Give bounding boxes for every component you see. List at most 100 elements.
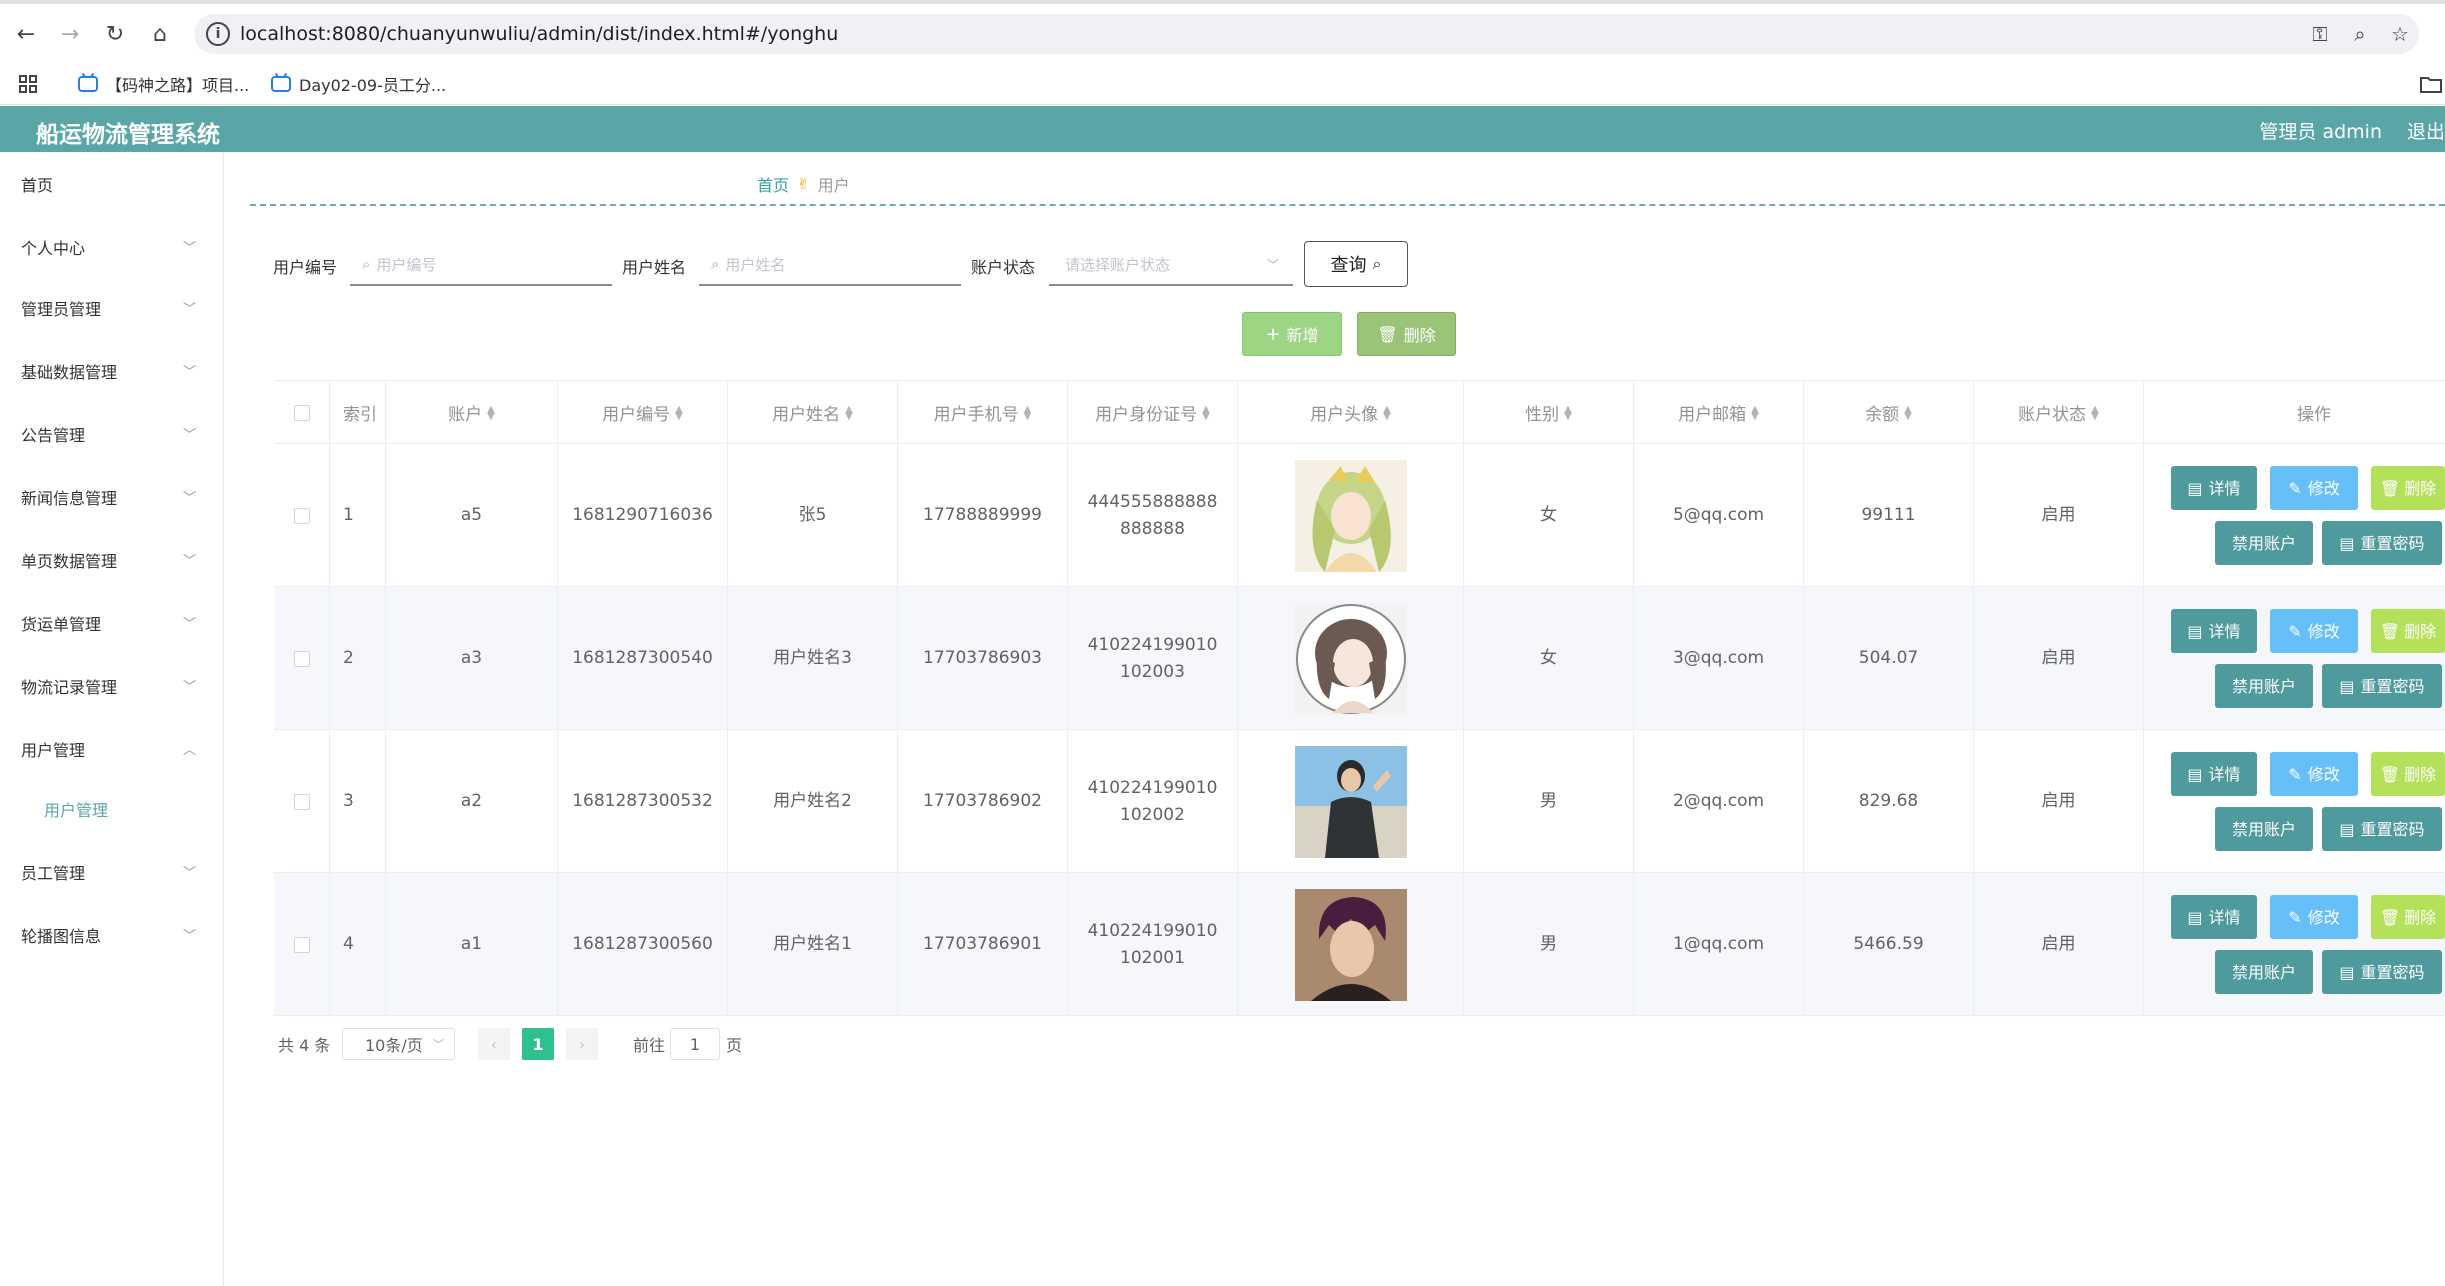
forward-icon[interactable]: → xyxy=(52,16,88,52)
table-row: 4 a1 1681287300560 用户姓名1 17703786901 410… xyxy=(274,873,2445,1016)
sidebar-item-carousel[interactable]: 轮播图信息 ﹀ xyxy=(0,903,222,966)
status-label: 账户状态 xyxy=(971,258,1036,277)
sort-icon[interactable]: ▲ ▼ xyxy=(1904,404,1912,421)
delete-button[interactable]: 🗑 删除 xyxy=(2371,895,2445,939)
column-header[interactable]: 用户邮箱 ▲ ▼ xyxy=(1634,381,1804,444)
bookmark-item[interactable]: Day02-09-员工分... xyxy=(271,70,446,98)
detail-button[interactable]: ▤ 详情 xyxy=(2171,466,2257,510)
column-header[interactable]: 用户姓名 ▲ ▼ xyxy=(728,381,898,444)
sort-icon[interactable]: ▲ ▼ xyxy=(1202,404,1210,421)
query-button[interactable]: 查询 ⌕ xyxy=(1304,241,1408,287)
breadcrumb-home[interactable]: 首页 xyxy=(757,172,789,196)
sort-icon[interactable]: ▲ ▼ xyxy=(1024,404,1032,421)
disable-account-button[interactable]: 禁用账户 xyxy=(2215,807,2313,851)
page-size-select[interactable]: 10条/页 ﹀ xyxy=(342,1028,455,1060)
back-icon[interactable]: ← xyxy=(8,16,44,52)
sort-icon[interactable]: ▲ ▼ xyxy=(1564,404,1572,421)
detail-button[interactable]: ▤ 详情 xyxy=(2171,609,2257,653)
sort-icon[interactable]: ▲ ▼ xyxy=(675,404,683,421)
prev-page-button[interactable]: ‹ xyxy=(478,1028,510,1060)
cell-user-no: 1681287300532 xyxy=(558,730,728,873)
reset-password-button[interactable]: ▤ 重置密码 xyxy=(2322,664,2442,708)
edit-button[interactable]: ✎ 修改 xyxy=(2270,895,2358,939)
next-page-button[interactable]: › xyxy=(566,1028,598,1060)
sort-icon[interactable]: ▲ ▼ xyxy=(845,404,853,421)
site-info-icon[interactable]: i xyxy=(206,22,230,46)
column-header[interactable]: 余额 ▲ ▼ xyxy=(1804,381,1974,444)
avatar[interactable] xyxy=(1294,888,1407,1001)
sidebar-item-news[interactable]: 新闻信息管理 ﹀ xyxy=(0,465,222,528)
bookmark-item[interactable]: 【码神之路】项目... xyxy=(78,70,249,98)
reset-password-button[interactable]: ▤ 重置密码 xyxy=(2322,521,2442,565)
row-checkbox[interactable] xyxy=(274,873,330,1016)
add-button[interactable]: + 新增 xyxy=(1242,312,1342,356)
star-icon[interactable]: ☆ xyxy=(2387,21,2413,47)
sidebar-item-notice[interactable]: 公告管理 ﹀ xyxy=(0,402,222,465)
chevron-down-icon: ﹀ xyxy=(182,680,196,695)
address-bar[interactable]: i localhost:8080/chuanyunwuliu/admin/dis… xyxy=(194,14,2419,54)
reset-password-button[interactable]: ▤ 重置密码 xyxy=(2322,950,2442,994)
sidebar-item-admin-manage[interactable]: 管理员管理 ﹀ xyxy=(0,276,222,339)
row-checkbox[interactable] xyxy=(274,587,330,730)
column-header[interactable]: 用户身份证号 ▲ ▼ xyxy=(1068,381,1238,444)
disable-account-button[interactable]: 禁用账户 xyxy=(2215,950,2313,994)
batch-delete-button[interactable]: 🗑 删除 xyxy=(1357,312,1456,356)
row-checkbox[interactable] xyxy=(274,444,330,587)
column-header[interactable]: 性别 ▲ ▼ xyxy=(1464,381,1634,444)
avatar[interactable] xyxy=(1294,745,1407,858)
sort-icon[interactable]: ▲ ▼ xyxy=(487,404,495,421)
column-header[interactable]: 用户手机号 ▲ ▼ xyxy=(898,381,1068,444)
current-page[interactable]: 1 xyxy=(522,1028,554,1060)
column-header[interactable]: 账户状态 ▲ ▼ xyxy=(1974,381,2144,444)
edit-button[interactable]: ✎ 修改 xyxy=(2270,609,2358,653)
sidebar-item-users[interactable]: 用户管理 ︿ xyxy=(0,717,222,780)
reset-password-button[interactable]: ▤ 重置密码 xyxy=(2322,807,2442,851)
disable-account-button[interactable]: 禁用账户 xyxy=(2215,664,2313,708)
key-icon[interactable]: ⚿ xyxy=(2307,21,2333,47)
sort-icon[interactable]: ▲ ▼ xyxy=(2091,404,2099,421)
sidebar-item-basic-data[interactable]: 基础数据管理 ﹀ xyxy=(0,339,222,402)
select-all-checkbox[interactable] xyxy=(274,381,330,444)
cell-name: 用户姓名2 xyxy=(728,730,898,873)
cell-account: a2 xyxy=(386,730,558,873)
url-text[interactable]: localhost:8080/chuanyunwuliu/admin/dist/… xyxy=(240,23,838,45)
sidebar-item-staff[interactable]: 员工管理 ﹀ xyxy=(0,840,222,903)
sidebar-subitem-user-manage[interactable]: 用户管理 xyxy=(0,784,222,834)
zoom-icon[interactable]: ⌕ xyxy=(2347,21,2373,47)
user-name-input[interactable]: ⌕ 用户姓名 xyxy=(699,244,961,286)
home-icon[interactable]: ⌂ xyxy=(142,16,178,52)
sidebar-item-personal-center[interactable]: 个人中心 ﹀ xyxy=(0,215,222,278)
column-header[interactable]: 用户头像 ▲ ▼ xyxy=(1238,381,1464,444)
detail-button[interactable]: ▤ 详情 xyxy=(2171,752,2257,796)
status-select[interactable]: 请选择账户状态 ﹀ xyxy=(1049,244,1293,286)
sidebar-item-freight[interactable]: 货运单管理 ﹀ xyxy=(0,591,222,654)
sort-icon[interactable]: ▲ ▼ xyxy=(1383,404,1391,421)
goto-page-input[interactable]: 1 xyxy=(670,1028,720,1060)
avatar[interactable] xyxy=(1294,459,1407,572)
apps-grid-icon[interactable] xyxy=(18,70,38,98)
query-label: 查询 xyxy=(1330,255,1367,276)
delete-button[interactable]: 🗑 删除 xyxy=(2371,466,2445,510)
edit-button[interactable]: ✎ 修改 xyxy=(2270,466,2358,510)
delete-button[interactable]: 🗑 删除 xyxy=(2371,752,2445,796)
document-icon: ▤ xyxy=(2339,819,2355,839)
user-no-input[interactable]: ⌕ 用户编号 xyxy=(350,244,612,286)
sidebar-item-single-page[interactable]: 单页数据管理 ﹀ xyxy=(0,528,222,591)
column-header[interactable]: 账户 ▲ ▼ xyxy=(386,381,558,444)
disable-account-button[interactable]: 禁用账户 xyxy=(2215,521,2313,565)
sidebar-item-home[interactable]: 首页 xyxy=(0,152,222,215)
sort-icon[interactable]: ▲ ▼ xyxy=(1751,404,1759,421)
chevron-down-icon: ﹀ xyxy=(182,617,196,632)
edit-button[interactable]: ✎ 修改 xyxy=(2270,752,2358,796)
row-checkbox[interactable] xyxy=(274,730,330,873)
sidebar-item-logistics[interactable]: 物流记录管理 ﹀ xyxy=(0,654,222,717)
folder-icon[interactable] xyxy=(2420,70,2442,98)
column-header[interactable]: 用户编号 ▲ ▼ xyxy=(558,381,728,444)
chevron-down-icon: ﹀ xyxy=(182,929,196,944)
reload-icon[interactable]: ↻ xyxy=(97,16,133,52)
search-icon: ⌕ xyxy=(362,255,371,273)
logout-link[interactable]: 退出 xyxy=(2407,117,2445,144)
delete-button[interactable]: 🗑 删除 xyxy=(2371,609,2445,653)
detail-button[interactable]: ▤ 详情 xyxy=(2171,895,2257,939)
avatar[interactable] xyxy=(1294,602,1407,715)
